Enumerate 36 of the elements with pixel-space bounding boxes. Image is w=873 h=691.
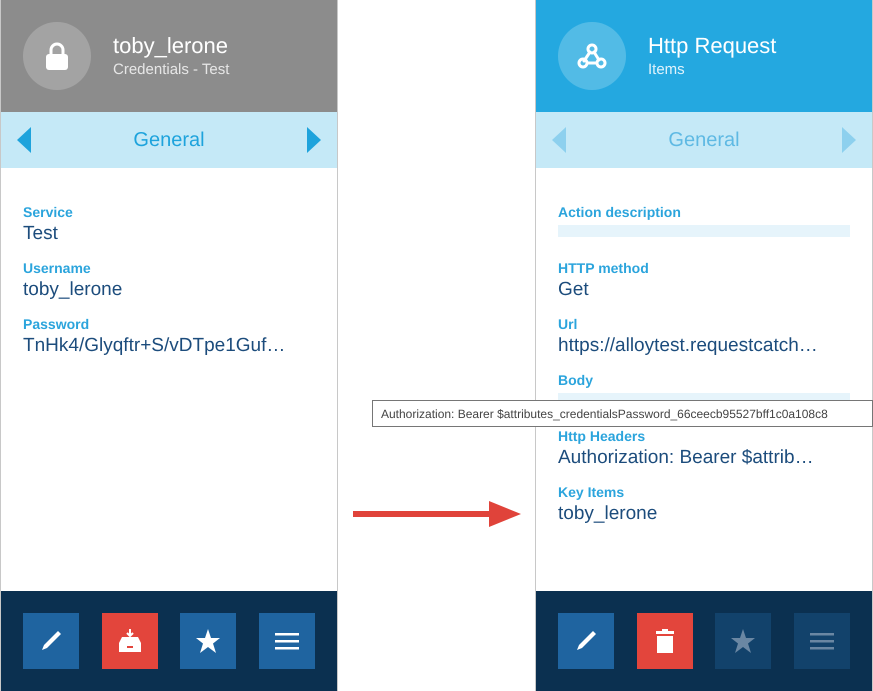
edit-button[interactable] (23, 613, 79, 669)
field-label: Key Items (558, 483, 626, 501)
header-subtitle: Items (648, 60, 686, 80)
delete-button[interactable] (636, 613, 693, 669)
field-label: Password (23, 315, 90, 333)
header-title: Http Request (648, 32, 776, 60)
menu-button[interactable] (258, 613, 315, 669)
field-value: TnHk4/Glyqftr+S/vDTpe1Guf… (23, 334, 286, 358)
lock-icon (45, 41, 69, 71)
field-value: Test (23, 222, 59, 246)
favorite-button[interactable] (180, 613, 236, 669)
field-label: Url (558, 315, 578, 333)
section-title: General (133, 128, 205, 153)
field-label: HTTP method (558, 259, 650, 277)
field-label: Http Headers (558, 427, 646, 445)
left-arrow-icon[interactable] (17, 127, 31, 153)
field-value: toby_lerone (558, 502, 658, 526)
field-value: https://alloytest.requestcatch… (558, 334, 819, 358)
archive-button[interactable] (102, 613, 158, 669)
header-subtitle: Credentials - Test (113, 60, 230, 80)
field-label: Username (23, 259, 92, 277)
field-label: Body (558, 371, 594, 389)
field-value: toby_lerone (23, 278, 124, 302)
star-icon (195, 628, 222, 654)
inbox-tray-icon (116, 628, 143, 654)
right-arrow-icon[interactable] (307, 127, 321, 153)
tooltip: Authorization: Bearer $attributes_credentialsPassword_66ceecb95527bff1c0a108c8 (372, 400, 873, 427)
field-label: Action description (558, 203, 682, 221)
field-label: Service (23, 203, 74, 221)
section-title: General (668, 128, 740, 153)
edit-button[interactable] (558, 613, 614, 669)
star-icon (730, 628, 756, 654)
header-title: toby_lerone (113, 32, 229, 60)
webhook-icon (577, 42, 607, 70)
field-value: Get (558, 278, 590, 302)
field-value: Authorization: Bearer $attrib… (558, 446, 815, 470)
